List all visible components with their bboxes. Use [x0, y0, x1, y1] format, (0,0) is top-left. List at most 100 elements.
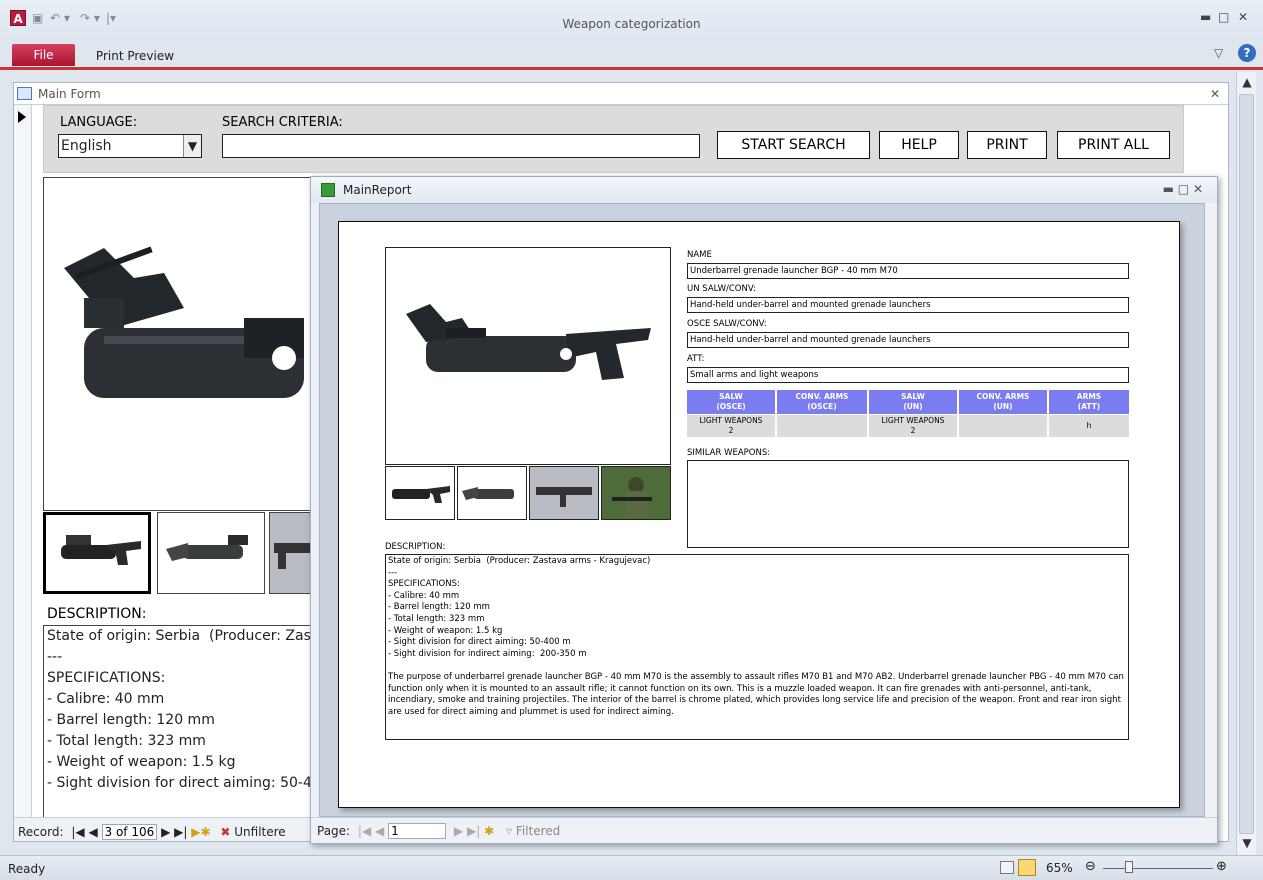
zoom-slider-thumb[interactable] [1125, 861, 1133, 873]
tab-file[interactable]: File [12, 44, 75, 66]
current-page-field[interactable]: 1 [388, 823, 447, 839]
filter-status[interactable]: Unfiltere [234, 825, 285, 839]
main-form-header: Main Form ✕ [14, 83, 1228, 105]
description-text[interactable]: State of origin: Serbia (Producer: Zast … [43, 625, 313, 823]
search-criteria-label: SEARCH CRITERIA: [222, 115, 343, 130]
search-panel: LANGUAGE: SEARCH CRITERIA: English ▼ STA… [43, 105, 1184, 173]
last-page-icon[interactable]: ▶| [467, 824, 480, 838]
report-thumbnail-4-picture [602, 467, 670, 519]
next-record-icon[interactable]: ▶ [161, 825, 170, 839]
report-title: MainReport [343, 183, 412, 197]
print-preview-view-icon[interactable] [1018, 859, 1036, 876]
minimize-ribbon-icon[interactable]: ▽ [1214, 46, 1223, 60]
print-button[interactable]: PRINT [967, 131, 1047, 159]
filter-funnel-icon[interactable]: ▿ [506, 824, 512, 838]
report-weapon-picture [406, 304, 651, 380]
report-thumbnail-1-picture [392, 486, 450, 503]
name-value: Underbarrel grenade launcher BGP - 40 mm… [687, 263, 1129, 279]
thumbnail-3-picture [270, 513, 312, 593]
print-all-button[interactable]: PRINT ALL [1057, 131, 1170, 159]
att-value: Small arms and light weapons [687, 367, 1129, 383]
report-weapon-image [385, 247, 671, 465]
report-description-text: State of origin: Serbia (Producer: Zasta… [385, 554, 1129, 740]
description-label: DESCRIPTION: [47, 606, 147, 622]
close-icon[interactable]: ✕ [1238, 10, 1248, 24]
previous-page-icon[interactable]: ◀ [375, 824, 384, 838]
name-label: NAME [687, 250, 712, 260]
help-icon[interactable]: ? [1238, 44, 1256, 62]
osce-salw-label: OSCE SALW/CONV: [687, 319, 767, 329]
language-select[interactable]: English ▼ [58, 134, 202, 158]
table-cell-salw-osce: LIGHT WEAPONS 2 [687, 415, 775, 437]
previous-record-icon[interactable]: ◀ [88, 825, 97, 839]
minimize-icon[interactable]: ▬ [1200, 10, 1211, 24]
form-close-icon[interactable]: ✕ [1210, 87, 1220, 101]
help-button[interactable]: HELP [879, 131, 959, 159]
language-value: English [61, 138, 112, 154]
report-description-label: DESCRIPTION: [385, 542, 446, 552]
scroll-up-icon[interactable]: ▲ [1240, 75, 1254, 89]
un-salw-label: UN SALW/CONV: [687, 284, 756, 294]
report-preview-area: NAME Underbarrel grenade launcher BGP - … [319, 203, 1205, 817]
table-cell-conv-arms-un [959, 415, 1047, 437]
restore-icon[interactable]: □ [1218, 10, 1229, 24]
record-label: Record: [18, 825, 64, 839]
table-cell-salw-un: LIGHT WEAPONS 2 [869, 415, 957, 437]
report-thumbnail-4 [601, 466, 671, 520]
report-thumbnail-2-picture [462, 487, 514, 500]
thumbnail-2[interactable] [157, 512, 265, 594]
workspace-scrollbar[interactable]: ▲ ▼ [1236, 72, 1256, 855]
form-icon [17, 87, 32, 100]
table-cell-arms-att: h [1049, 415, 1129, 437]
similar-weapons-label: SIMILAR WEAPONS: [687, 448, 771, 458]
weapon-main-image[interactable] [43, 177, 313, 511]
tab-print-preview[interactable]: Print Preview [80, 46, 190, 66]
first-record-icon[interactable]: |◀ [71, 825, 84, 839]
report-window-controls-icon[interactable]: ▬ □ ✕ [1163, 182, 1203, 196]
report-thumbnail-3 [529, 466, 599, 520]
zoom-slider[interactable] [1103, 868, 1213, 869]
last-record-icon[interactable]: ▶| [174, 825, 187, 839]
similar-weapons-box [687, 460, 1129, 548]
first-page-icon[interactable]: |◀ [358, 824, 371, 838]
table-header-arms-att: ARMS (ATT) [1049, 390, 1129, 414]
language-label: LANGUAGE: [60, 115, 138, 130]
filter-icon[interactable]: ✖ [220, 825, 230, 839]
grenade-launcher-picture [64, 246, 304, 398]
main-report-window: MainReport ▬ □ ✕ NAME Underbarrel grenad… [310, 176, 1218, 844]
current-record-field[interactable]: 3 of 106 [101, 824, 158, 840]
chevron-down-icon[interactable]: ▼ [183, 135, 201, 157]
new-page-icon[interactable]: ✱ [484, 824, 494, 838]
report-thumbnail-3-picture [530, 467, 598, 519]
report-thumbnail-1 [385, 466, 455, 520]
report-view-icon[interactable] [1000, 861, 1014, 874]
next-page-icon[interactable]: ▶ [454, 824, 463, 838]
table-header-conv-arms-un: CONV. ARMS (UN) [959, 390, 1047, 414]
start-search-button[interactable]: START SEARCH [717, 131, 870, 159]
main-form-title: Main Form [38, 87, 101, 101]
report-thumbnail-2 [457, 466, 527, 520]
thumbnail-3[interactable] [269, 512, 313, 594]
page-label: Page: [317, 824, 351, 838]
scroll-down-icon[interactable]: ▼ [1240, 836, 1254, 850]
report-header: MainReport ▬ □ ✕ [311, 177, 1217, 203]
search-input[interactable] [222, 134, 700, 158]
report-page: NAME Underbarrel grenade launcher BGP - … [338, 221, 1180, 808]
zoom-in-icon[interactable]: ⊕ [1216, 859, 1227, 874]
record-selector[interactable] [14, 105, 32, 827]
scrollbar-thumb[interactable] [1239, 94, 1254, 834]
un-salw-value: Hand-held under-barrel and mounted grena… [687, 297, 1129, 313]
table-header-salw-osce: SALW (OSCE) [687, 390, 775, 414]
table-header-salw-un: SALW (UN) [869, 390, 957, 414]
thumbnail-1[interactable] [43, 512, 151, 594]
report-filter-status[interactable]: Filtered [516, 824, 560, 838]
table-cell-conv-arms-osce [777, 415, 867, 437]
new-record-icon[interactable]: ▶✱ [191, 825, 210, 839]
status-bar: Ready 65% ⊖ ⊕ [0, 855, 1263, 880]
zoom-out-icon[interactable]: ⊖ [1085, 859, 1096, 874]
page-navigator: Page: |◀ ◀ 1 ▶ ▶| ✱ ▿ Filtered [311, 817, 1217, 843]
window-title: Weapon categorization [562, 17, 701, 31]
record-navigator: Record: |◀ ◀ 3 of 106 ▶ ▶| ▶✱ ✖ Unfilter… [14, 817, 314, 841]
thumbnail-2-picture [166, 535, 248, 561]
thumbnail-1-picture [61, 535, 141, 565]
